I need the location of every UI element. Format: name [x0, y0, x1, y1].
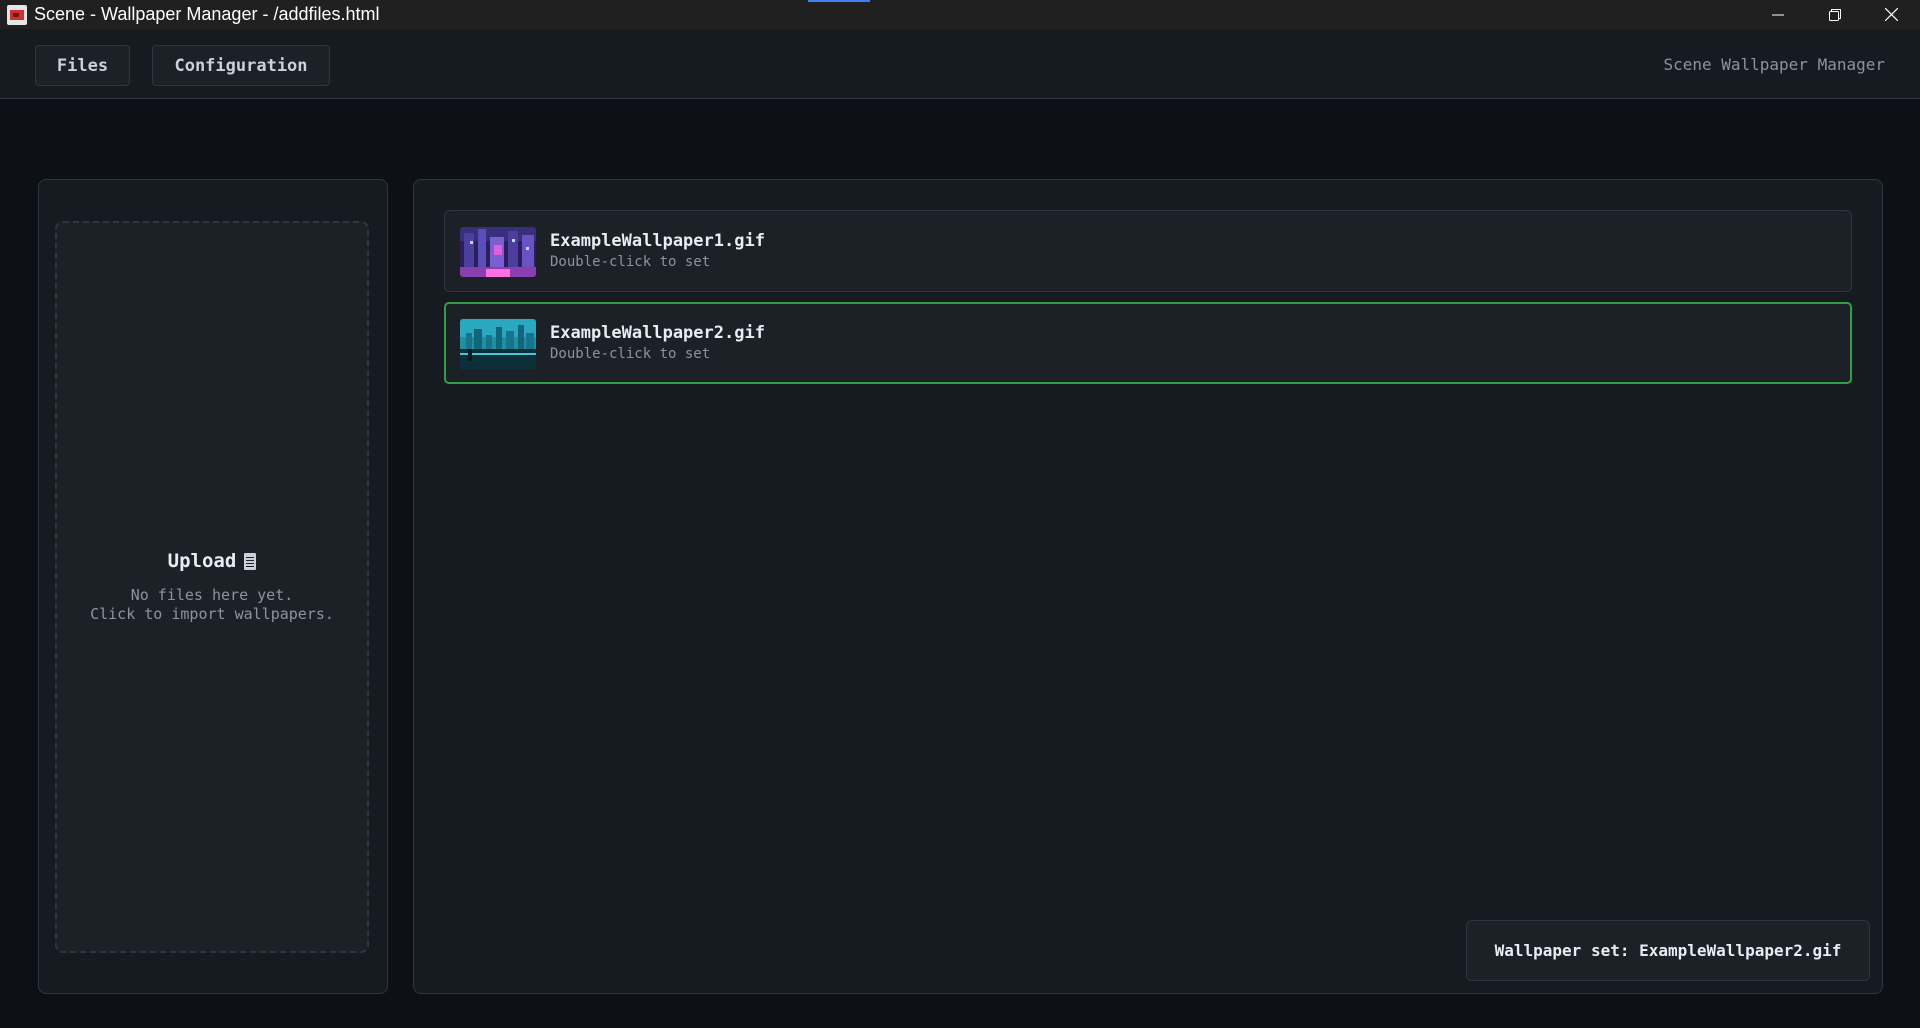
- restore-button[interactable]: [1806, 0, 1863, 29]
- file-list-item-selected[interactable]: ExampleWallpaper2.gif Double-click to se…: [444, 302, 1852, 384]
- upload-heading: Upload: [168, 550, 257, 572]
- files-nav-button[interactable]: Files: [35, 45, 130, 86]
- document-icon: [244, 552, 257, 570]
- minimize-icon: [1771, 14, 1784, 15]
- file-name: ExampleWallpaper2.gif: [550, 323, 765, 343]
- wallpaper-thumbnail: [460, 227, 536, 277]
- app-icon: [7, 4, 27, 25]
- file-name: ExampleWallpaper1.gif: [550, 231, 765, 251]
- brand-label: Scene Wallpaper Manager: [1663, 55, 1885, 74]
- upload-dropzone[interactable]: Upload No files here yet. Click to impor…: [55, 221, 369, 953]
- upload-message: No files here yet. Click to import wallp…: [90, 586, 334, 623]
- file-hint: Double-click to set: [550, 346, 711, 362]
- configuration-nav-button[interactable]: Configuration: [152, 45, 330, 86]
- file-list-item[interactable]: ExampleWallpaper1.gif Double-click to se…: [444, 210, 1852, 292]
- titlebar-accent: [808, 0, 870, 2]
- wallpaper-thumbnail: [460, 319, 536, 369]
- window-titlebar: Scene - Wallpaper Manager - /addfiles.ht…: [0, 0, 1920, 29]
- upload-title: Upload: [167, 550, 237, 572]
- file-hint: Double-click to set: [550, 254, 711, 270]
- file-list-panel: ExampleWallpaper1.gif Double-click to se…: [413, 179, 1883, 994]
- close-button[interactable]: [1863, 0, 1920, 29]
- toast-notification: Wallpaper set: ExampleWallpaper2.gif: [1466, 920, 1870, 981]
- window-title: Scene - Wallpaper Manager - /addfiles.ht…: [34, 4, 380, 24]
- window-controls: [1749, 0, 1920, 29]
- upload-panel: Upload No files here yet. Click to impor…: [38, 179, 388, 994]
- toast-message: Wallpaper set: ExampleWallpaper2.gif: [1494, 941, 1842, 960]
- minimize-button[interactable]: [1749, 0, 1806, 29]
- app-header: Files Configuration Scene Wallpaper Mana…: [0, 29, 1920, 99]
- close-icon: [1885, 8, 1898, 21]
- restore-icon: [1828, 8, 1841, 21]
